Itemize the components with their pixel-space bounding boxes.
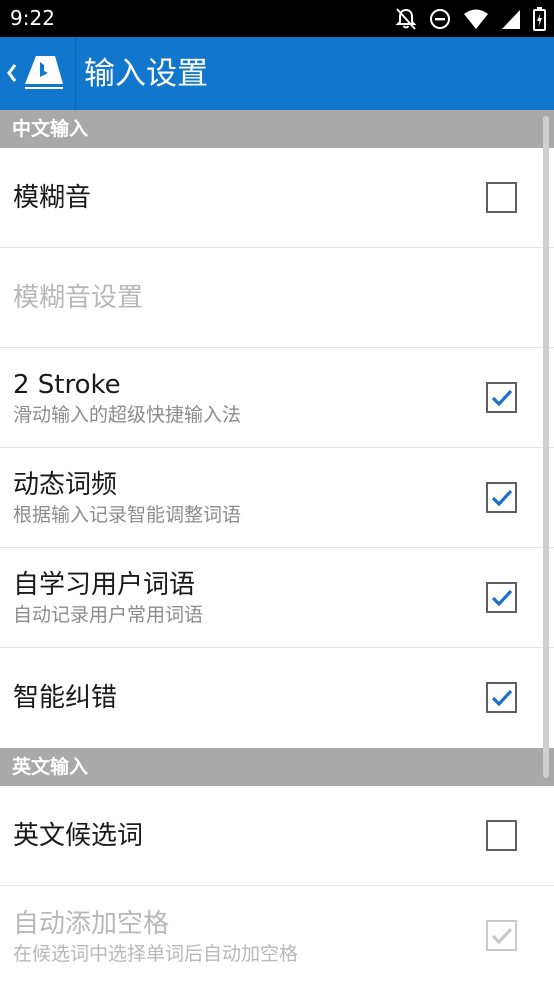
checkmark-icon — [491, 589, 513, 606]
dynamic-frequency-checkbox[interactable] — [486, 481, 517, 513]
pref-title: 2 Stroke — [13, 370, 121, 400]
cellular-signal-icon — [501, 8, 521, 30]
pref-summary: 在候选词中选择单词后自动加空格 — [13, 942, 299, 965]
section-header-english-input: 英文输入 — [0, 748, 554, 786]
page-title: 输入设置 — [84, 56, 208, 92]
app-bar: 输入设置 — [0, 37, 554, 110]
pref-row-english-candidates[interactable]: 英文候选词 — [0, 786, 554, 886]
auto-correction-checkbox[interactable] — [486, 682, 517, 713]
checkmark-icon — [491, 689, 513, 707]
pref-row-dynamic-frequency[interactable]: 动态词频 根据输入记录智能调整词语 — [0, 448, 554, 548]
pref-title: 模糊音 — [13, 182, 92, 213]
scrollbar[interactable] — [543, 116, 549, 778]
pref-summary: 根据输入记录智能调整词语 — [13, 504, 242, 526]
pref-row-auto-add-space[interactable]: 自动添加空格 在候选词中选择单词后自动加空格 — [0, 886, 554, 985]
back-button[interactable] — [0, 37, 75, 110]
wifi-icon — [463, 8, 489, 30]
2-stroke-checkbox[interactable] — [486, 381, 517, 413]
fuzzy-pinyin-checkbox[interactable] — [486, 181, 517, 213]
pref-title: 自学习用户词语 — [13, 570, 196, 600]
checkmark-icon — [491, 389, 513, 406]
status-icons — [395, 6, 546, 32]
bing-keyboard-logo-icon — [22, 53, 66, 97]
pref-title: 模糊音设置 — [13, 282, 144, 313]
section-header-chinese-input: 中文输入 — [0, 110, 554, 148]
pref-row-self-learning-words[interactable]: 自学习用户词语 自动记录用户常用词语 — [0, 548, 554, 648]
battery-icon — [533, 7, 546, 31]
self-learning-words-checkbox[interactable] — [486, 581, 517, 613]
pref-summary: 自动记录用户常用词语 — [13, 604, 204, 626]
checkmark-icon — [491, 927, 513, 945]
pref-row-fuzzy-pinyin[interactable]: 模糊音 — [0, 148, 554, 248]
pref-title: 英文候选词 — [13, 820, 144, 851]
pref-row-2-stroke[interactable]: 2 Stroke 滑动输入的超级快捷输入法 — [0, 348, 554, 448]
pref-row-fuzzy-pinyin-settings[interactable]: 模糊音设置 — [0, 248, 554, 348]
auto-add-space-checkbox[interactable] — [486, 920, 517, 951]
pref-title: 智能纠错 — [13, 683, 118, 713]
english-candidates-checkbox[interactable] — [486, 819, 517, 851]
pref-row-auto-correction[interactable]: 智能纠错 — [0, 648, 554, 748]
pref-title: 自动添加空格 — [13, 908, 170, 939]
settings-list[interactable]: 中文输入 模糊音 模糊音设置 2 Stroke 滑动输入的超级快捷输入法 动态词… — [0, 110, 554, 985]
checkmark-icon — [491, 489, 513, 506]
status-time: 9:22 — [10, 6, 55, 30]
pref-summary: 滑动输入的超级快捷输入法 — [13, 404, 242, 426]
status-bar: 9:22 — [0, 0, 554, 37]
pref-title: 动态词频 — [13, 470, 118, 500]
app-bar-divider — [75, 37, 76, 110]
do-not-disturb-icon — [429, 8, 451, 30]
chevron-left-icon — [4, 61, 18, 89]
notifications-off-icon — [395, 7, 417, 31]
